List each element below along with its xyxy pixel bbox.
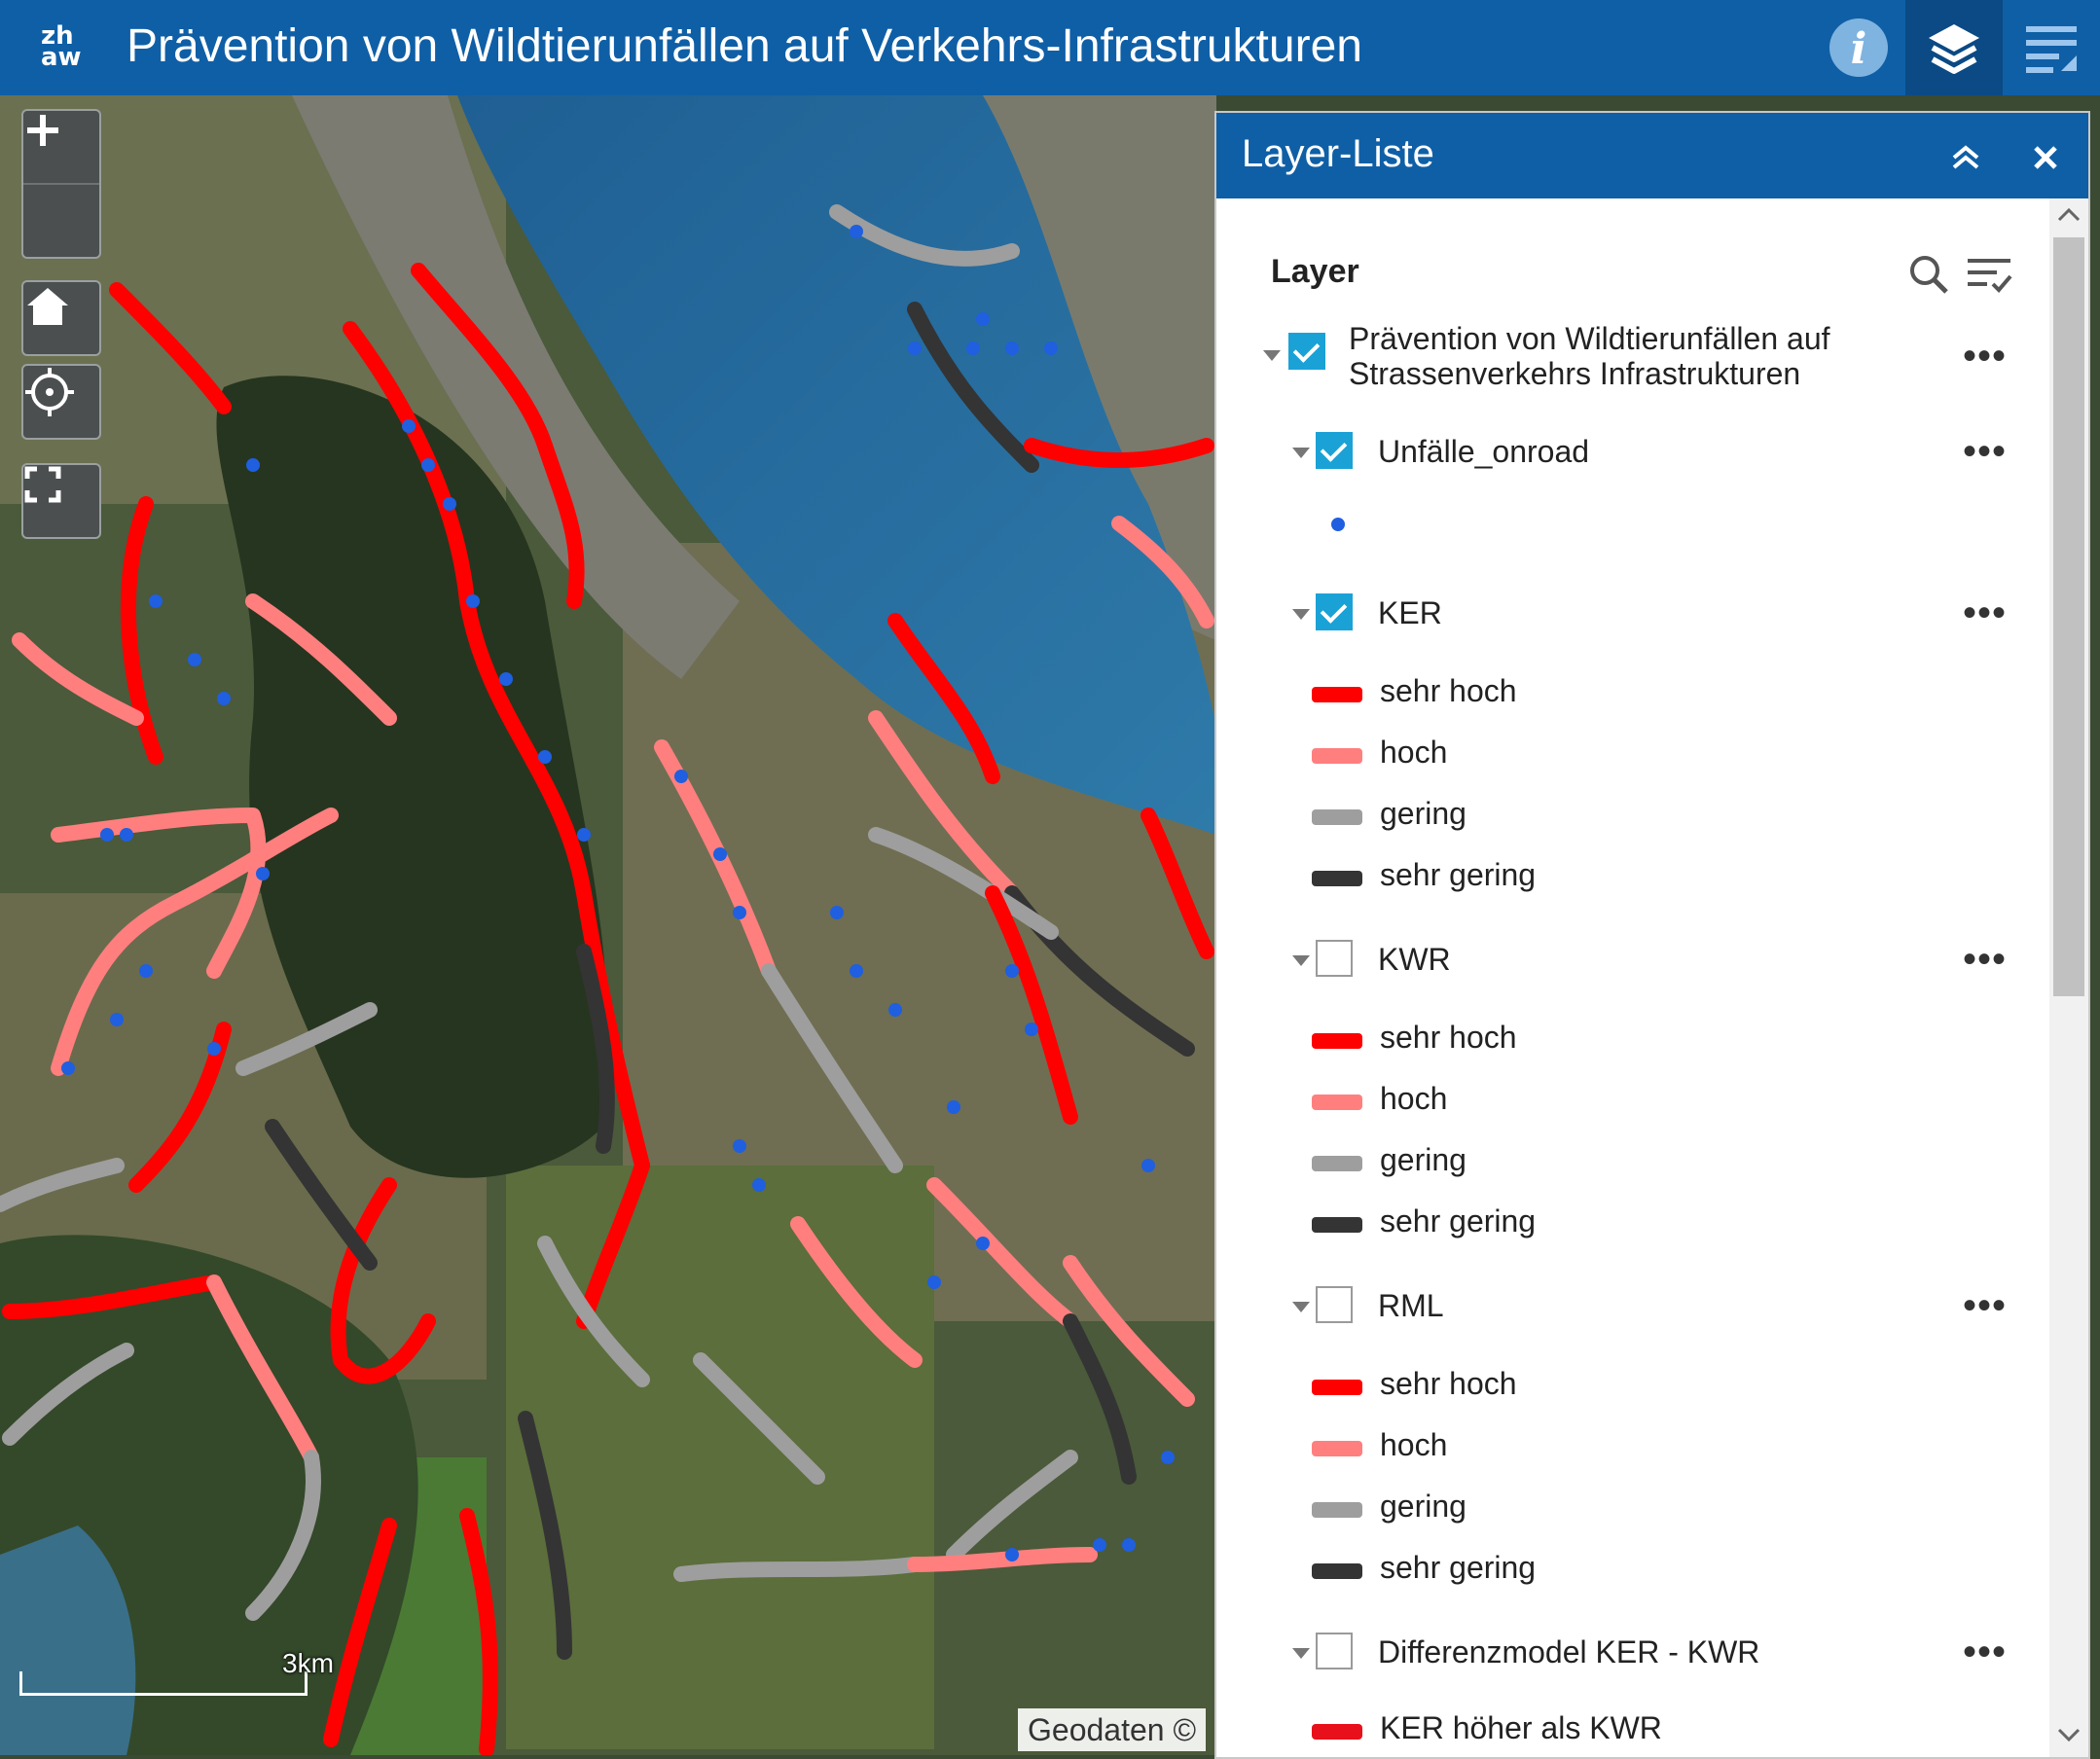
minus-icon <box>27 127 58 133</box>
layer-list-button[interactable] <box>1905 0 2003 95</box>
search-icon <box>1910 256 1948 294</box>
layer-kwr-checkbox[interactable] <box>1316 940 1353 977</box>
expand-caret-icon[interactable] <box>1292 1302 1310 1312</box>
legend-swatch-sehr-gering <box>1312 1563 1362 1579</box>
fullscreen-icon <box>24 466 61 503</box>
legend-label: sehr gering <box>1380 1550 1537 1585</box>
map-attribution: Geodaten © <box>1018 1708 1207 1751</box>
layer-list-panel: Layer-Liste Layer Prävention von Wildtie… <box>1214 111 2090 1759</box>
layer-filter-button[interactable] <box>1966 253 2014 301</box>
legend-label: KER höher als KWR <box>1380 1710 1662 1745</box>
expand-caret-icon[interactable] <box>1263 350 1281 361</box>
app-title: Prävention von Wildtierunfällen auf Verk… <box>127 20 1362 72</box>
home-button[interactable] <box>21 280 101 356</box>
legend-swatch-gering <box>1312 1156 1362 1171</box>
layer-diff-name: Differenzmodel KER - KWR <box>1378 1634 1760 1669</box>
legend-swatch-hoch <box>1312 748 1362 764</box>
more-options-icon[interactable]: ••• <box>1963 1633 2007 1671</box>
close-icon <box>2034 146 2057 169</box>
legend-swatch-sehr-hoch <box>1312 687 1362 702</box>
accident-point-symbol <box>1331 518 1345 531</box>
fullscreen-button[interactable] <box>21 463 101 539</box>
app-header: zh aw Prävention von Wildtierunfällen au… <box>0 0 2100 95</box>
scroll-up-icon[interactable] <box>2055 204 2082 224</box>
legend-swatch-sehr-hoch <box>1312 1033 1362 1049</box>
layer-root-checkbox[interactable] <box>1288 333 1325 370</box>
legend-swatch-gering <box>1312 809 1362 825</box>
close-panel-button[interactable] <box>2024 136 2067 179</box>
expand-caret-icon[interactable] <box>1292 955 1310 966</box>
layer-root-name-line1: Prävention von Wildtierunfällen auf <box>1349 321 1830 356</box>
scale-label: 3km <box>282 1648 334 1678</box>
layer-ker-checkbox[interactable] <box>1316 593 1353 630</box>
scale-bar <box>19 1671 308 1696</box>
legend-swatch-sehr-hoch <box>1312 1380 1362 1395</box>
legend-swatch-hoch <box>1312 1441 1362 1456</box>
legend-swatch-gering <box>1312 1502 1362 1518</box>
svg-text:i: i <box>1851 24 1867 74</box>
layer-heading: Layer <box>1271 253 1359 290</box>
info-button[interactable]: i <box>1810 0 1907 95</box>
expand-caret-icon[interactable] <box>1292 1648 1310 1659</box>
legend-label: hoch <box>1380 1081 1448 1116</box>
layers-icon <box>1929 24 1979 74</box>
legend-swatch-ker-hoeher <box>1312 1724 1362 1740</box>
more-options-icon[interactable]: ••• <box>1963 940 2007 979</box>
legend-swatch-sehr-gering <box>1312 1217 1362 1233</box>
double-chevron-up-icon <box>1952 145 1979 169</box>
legend-button[interactable] <box>2003 0 2100 95</box>
layer-kwr-name: KWR <box>1378 942 1451 977</box>
layer-diff-checkbox[interactable] <box>1316 1633 1353 1669</box>
legend-label: sehr gering <box>1380 857 1537 892</box>
collapse-panel-button[interactable] <box>1944 136 1987 179</box>
layer-unfaelle-name: Unfälle_onroad <box>1378 434 1590 469</box>
layer-root-name-line2: Strassenverkehrs Infrastrukturen <box>1349 356 1801 391</box>
legend-swatch-hoch <box>1312 1095 1362 1110</box>
expand-caret-icon[interactable] <box>1292 448 1310 458</box>
layer-search-button[interactable] <box>1907 253 1950 301</box>
legend-label: gering <box>1380 1489 1466 1524</box>
layer-rml-name: RML <box>1378 1288 1444 1323</box>
zhaw-logo: zh aw <box>41 21 82 72</box>
scroll-thumb[interactable] <box>2053 237 2084 996</box>
legend-label: sehr hoch <box>1380 1020 1517 1055</box>
more-options-icon[interactable]: ••• <box>1963 337 2007 376</box>
legend-label: gering <box>1380 1142 1466 1177</box>
expand-caret-icon[interactable] <box>1292 609 1310 620</box>
legend-label: hoch <box>1380 735 1448 770</box>
panel-title: Layer-Liste <box>1242 132 1434 175</box>
locate-crosshair-icon <box>25 368 74 416</box>
locate-button[interactable] <box>21 364 101 440</box>
panel-scrollbar[interactable] <box>2049 198 2088 1757</box>
scroll-down-icon[interactable] <box>2055 1726 2082 1745</box>
layer-rml-checkbox[interactable] <box>1316 1286 1353 1323</box>
legend-swatch-sehr-gering <box>1312 871 1362 886</box>
layer-ker-name: KER <box>1378 595 1442 630</box>
home-icon <box>27 288 68 325</box>
legend-label: sehr hoch <box>1380 673 1517 708</box>
panel-body: Layer Prävention von Wildtierunfällen au… <box>1216 198 2088 1757</box>
panel-header: Layer-Liste <box>1216 113 2088 198</box>
more-options-icon[interactable]: ••• <box>1963 593 2007 632</box>
zoom-out-button[interactable] <box>23 127 99 257</box>
legend-list-icon <box>2026 26 2077 73</box>
filter-list-icon <box>1968 259 2012 293</box>
more-options-icon[interactable]: ••• <box>1963 432 2007 471</box>
legend-label: sehr gering <box>1380 1203 1537 1238</box>
layer-unfaelle-checkbox[interactable] <box>1316 432 1353 469</box>
satellite-basemap <box>0 95 1216 1755</box>
legend-label: gering <box>1380 796 1466 831</box>
more-options-icon[interactable]: ••• <box>1963 1286 2007 1325</box>
zoom-control <box>21 109 101 259</box>
map-view[interactable]: 3km <box>0 95 1216 1755</box>
legend-label: hoch <box>1380 1427 1448 1462</box>
legend-label: sehr hoch <box>1380 1366 1517 1401</box>
info-icon: i <box>1829 18 1888 77</box>
